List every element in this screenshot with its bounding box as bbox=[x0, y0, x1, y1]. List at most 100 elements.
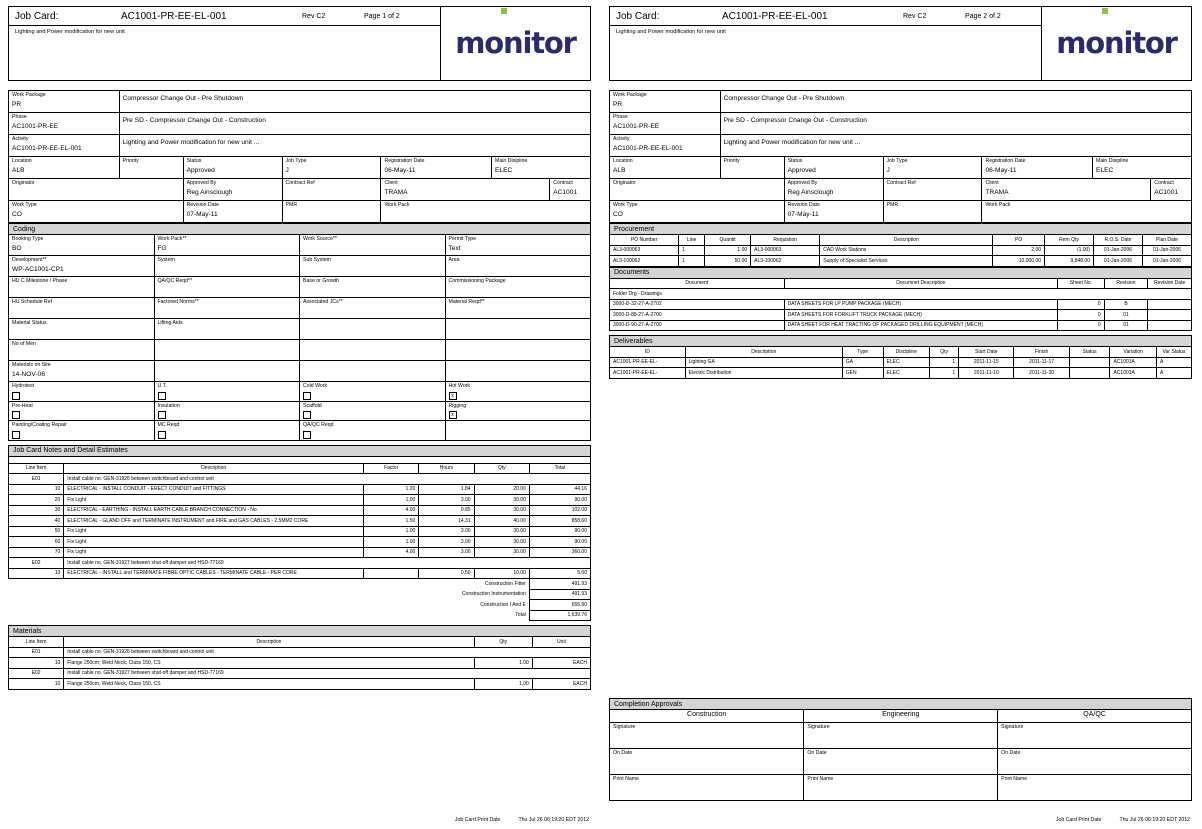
checkbox-cell-scaffold[interactable]: Scaffold bbox=[299, 400, 446, 421]
printname-engineering[interactable]: Print Name bbox=[803, 774, 999, 801]
client-value: TRAMA bbox=[384, 188, 408, 196]
signature-label: Signature bbox=[807, 724, 830, 730]
signature-qaqc[interactable]: Signature bbox=[997, 722, 1192, 749]
notes-desc: ELECTRICAL - INSTALL and TERMINATE FIBRE… bbox=[63, 567, 365, 579]
checkbox-cell-hot-work[interactable]: Hot Work x bbox=[444, 381, 591, 402]
checkbox-rigging[interactable]: x bbox=[448, 411, 457, 419]
header-title-row: Job Card: AC1001-PR-EE-EL-001 Rev C2 Pag… bbox=[9, 7, 440, 26]
del-qty: 1 bbox=[929, 356, 960, 368]
del-col-description: Description bbox=[684, 346, 843, 358]
phase-desc: Pre SD - Compressor Change Out - Constru… bbox=[723, 117, 867, 124]
doc-description: DATA SHEETS FOR LP PUMP PACKAGE (MECH) bbox=[783, 298, 1059, 310]
checkbox-cell-insulation[interactable]: Insulation bbox=[153, 400, 300, 421]
job-type-cell: Job Type J bbox=[882, 156, 983, 179]
materials-col-unit: Unit bbox=[531, 636, 592, 648]
proc-description: CAD Work Stations bbox=[819, 244, 994, 256]
checkbox-cell-ut[interactable]: U.T. bbox=[153, 381, 300, 402]
table-row: AC1001-PR-EE-EL- Electric Distribution G… bbox=[609, 367, 1192, 379]
signature-construction[interactable]: Signature bbox=[608, 722, 805, 749]
work-type-label: Work Type bbox=[12, 202, 37, 208]
job-card-label: Job Card: bbox=[616, 10, 660, 22]
checkbox-cell-qaqc-reqd[interactable]: QA/QC Reqd bbox=[299, 420, 446, 441]
job-card-number: AC1001-PR-EE-EL-001 bbox=[121, 10, 227, 22]
materials-desc: Install cable no. GEN-31927 between shut… bbox=[63, 667, 591, 679]
checkbox-hydrotest[interactable] bbox=[12, 391, 20, 400]
header-title-row: Job Card: AC1001-PR-EE-EL-001 Rev C2 Pag… bbox=[610, 7, 1041, 26]
checkbox-cell-cold-work[interactable]: Cold Work bbox=[299, 381, 446, 402]
del-variation: AC1001A bbox=[1109, 356, 1158, 368]
contract-label: Contract bbox=[1154, 180, 1174, 186]
factored-norms-cell: Factored Norms** bbox=[153, 297, 300, 319]
checkbox-ut[interactable] bbox=[157, 391, 166, 400]
work-type-value: CO bbox=[613, 210, 623, 218]
ondate-construction[interactable]: On Date bbox=[608, 748, 805, 775]
checkbox-cell-rigging[interactable]: Rigging x bbox=[444, 400, 591, 421]
notes-col-description: Description bbox=[63, 462, 365, 474]
header-left: Job Card: AC1001-PR-EE-EL-001 Rev C2 Pag… bbox=[610, 7, 1041, 80]
coding-row-5: Material Status Lifting Aids bbox=[8, 318, 591, 340]
notes-qty: 20.00 bbox=[473, 483, 530, 495]
checkbox-cell-pre-heat[interactable]: Pre-Heat bbox=[8, 400, 155, 421]
checkbox-cell-painting[interactable]: Painting/Coating Repair bbox=[8, 420, 155, 441]
job-card-description: Lighting and Power modification for new … bbox=[15, 29, 125, 35]
summary-label: Construction Fitter bbox=[485, 580, 526, 587]
ondate-engineering[interactable]: On Date bbox=[803, 748, 999, 775]
pmr-cell: PMR bbox=[281, 200, 382, 223]
doc-revision: B bbox=[1103, 298, 1149, 310]
page2-header: Job Card: AC1001-PR-EE-EL-001 Rev C2 Pag… bbox=[609, 6, 1192, 81]
logo-accent-dot-icon bbox=[1101, 8, 1108, 14]
materials-table: Line Item Description Qty Unit E01 Insta… bbox=[7, 636, 592, 690]
contract-ref-cell: Contract Ref bbox=[281, 178, 382, 201]
checkbox-cold-work[interactable] bbox=[303, 391, 311, 400]
checkbox-cell-blank bbox=[444, 420, 591, 441]
coding-blank-1 bbox=[299, 318, 446, 340]
notes-total: 360.00 bbox=[528, 546, 592, 558]
procurement-section-title: Procurement bbox=[609, 223, 1192, 234]
associated-jcs-cell: Associated JCs** bbox=[299, 297, 446, 319]
checkbox-insulation[interactable] bbox=[157, 411, 166, 419]
signature-engineering[interactable]: Signature bbox=[803, 722, 999, 749]
checkbox-cell-mc-reqd[interactable]: MC Reqd bbox=[153, 420, 300, 441]
phase-desc-cell: Pre SD - Compressor Change Out - Constru… bbox=[719, 112, 1193, 135]
checkbox-cell-hydrotest[interactable]: Hydrotest bbox=[8, 381, 155, 402]
ondate-qaqc[interactable]: On Date bbox=[997, 748, 1192, 775]
procurement-table: PO Number Line Quantit Requistion Descri… bbox=[608, 234, 1193, 267]
activity-desc: Lighting and Power modification for new … bbox=[723, 139, 861, 146]
table-row: 10 Flange 250cm; Weld Neck, Class 150, C… bbox=[7, 657, 592, 669]
checkbox-scaffold[interactable] bbox=[303, 411, 311, 419]
printname-qaqc[interactable]: Print Name bbox=[997, 774, 1192, 801]
no-of-men-cell: No of Men bbox=[8, 339, 155, 361]
doc-description: DATA SHEET FOR HEAT TRACTING OF PACKAGED… bbox=[783, 319, 1059, 331]
activity-label: Activity bbox=[12, 136, 29, 142]
permit-type-cell: Permit Type Text bbox=[444, 234, 591, 256]
checkbox-hot-work[interactable]: x bbox=[448, 391, 457, 400]
doc-folder-label: Folder Drg - Drawings bbox=[609, 288, 1192, 300]
approvals-signature-row: Signature Signature Signature bbox=[608, 722, 1192, 749]
base-growth-label: Base or Growth bbox=[303, 278, 340, 284]
coding-row-1: Booking Type BO Work Pack** FG Work Source… bbox=[8, 234, 591, 256]
checkbox-qaqc-reqd[interactable] bbox=[303, 430, 311, 439]
proc-rem-qty: (1.00) bbox=[1044, 244, 1094, 256]
checkbox-pre-heat[interactable] bbox=[12, 411, 20, 419]
revision-date-cell: Revision Date 07-May-11 bbox=[182, 200, 283, 223]
checkbox-painting[interactable] bbox=[12, 430, 20, 439]
checkbox-label-qaqc-reqd: QA/QC Reqd bbox=[303, 422, 334, 428]
work-package-value: PR bbox=[12, 100, 22, 108]
notes-section-title: Job Card Notes and Detail Estimates bbox=[8, 444, 591, 456]
priority-cell: Priority bbox=[118, 156, 184, 179]
deliverables-header-row: ID Description Type Discipline Qty Start… bbox=[609, 346, 1192, 358]
notes-qty: 30.00 bbox=[473, 546, 530, 558]
location-value: ALB bbox=[613, 166, 626, 174]
logo-wordmark: monitor bbox=[455, 26, 577, 60]
coding-blank-2 bbox=[444, 318, 591, 340]
main-discipline-label: Main Disipline bbox=[495, 158, 528, 164]
procurement-header-row: PO Number Line Quantit Requistion Descri… bbox=[608, 234, 1193, 246]
hu-schedule-label: HU Schedule Ref bbox=[12, 299, 53, 305]
area-label: Area bbox=[448, 257, 460, 263]
location-cell: Location ALB bbox=[8, 156, 120, 179]
notes-desc: Fix Light bbox=[63, 525, 365, 537]
materials-item: E02 bbox=[7, 667, 65, 679]
booking-type-value: BO bbox=[12, 244, 22, 252]
checkbox-mc-reqd[interactable] bbox=[157, 430, 166, 439]
printname-construction[interactable]: Print Name bbox=[608, 774, 805, 801]
